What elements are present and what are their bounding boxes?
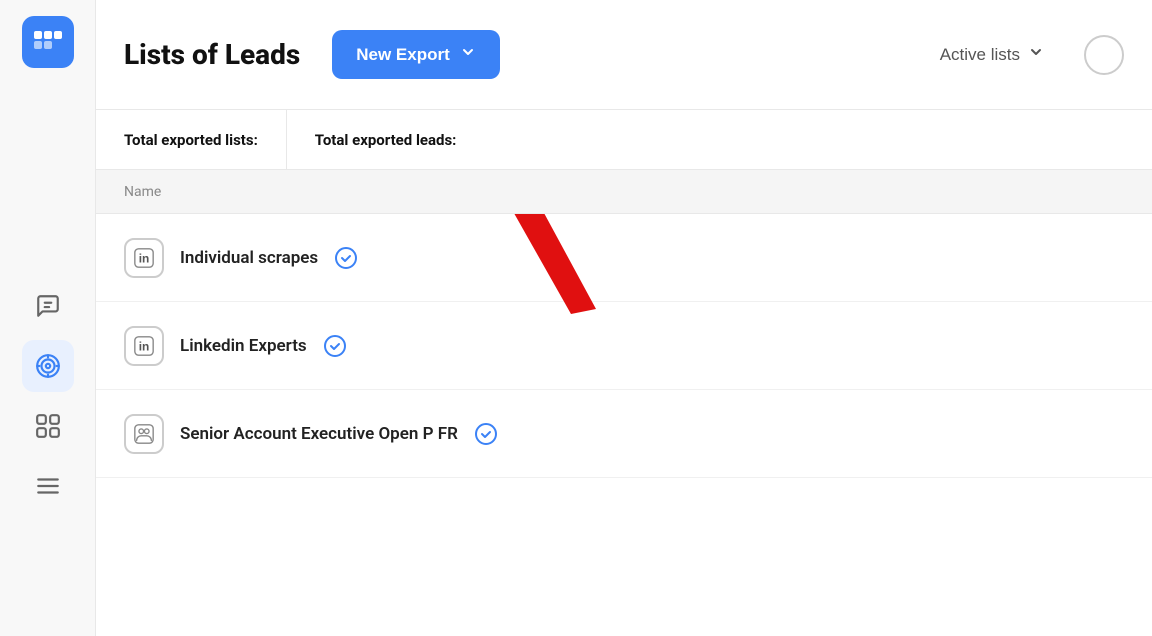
svg-text:in: in xyxy=(139,339,150,353)
sidebar xyxy=(0,0,96,636)
active-lists-chevron-icon xyxy=(1028,44,1044,65)
list-item[interactable]: in Linkedin Experts xyxy=(96,302,1152,390)
people-icon-wrapper xyxy=(124,414,164,454)
item-name: Linkedin Experts xyxy=(180,336,307,356)
sidebar-item-targeting[interactable] xyxy=(22,340,74,392)
sidebar-item-messages[interactable] xyxy=(22,280,74,332)
item-name: Senior Account Executive Open P FR xyxy=(180,424,458,444)
main-content: Lists of Leads New Export Active lists T… xyxy=(96,0,1152,636)
page-title: Lists of Leads xyxy=(124,38,300,71)
new-export-label: New Export xyxy=(356,45,450,65)
total-exported-lists-label: Total exported lists: xyxy=(124,131,258,149)
sidebar-item-list[interactable] xyxy=(22,460,74,512)
app-logo[interactable] xyxy=(22,16,74,68)
name-column-header: Name xyxy=(124,184,161,200)
page-header: Lists of Leads New Export Active lists xyxy=(96,0,1152,110)
check-circle-icon xyxy=(474,422,498,446)
check-circle-icon xyxy=(323,334,347,358)
linkedin-icon: in xyxy=(133,247,155,269)
sidebar-navigation xyxy=(0,280,95,512)
people-icon xyxy=(133,423,155,445)
active-lists-button[interactable]: Active lists xyxy=(940,44,1044,65)
active-lists-label: Active lists xyxy=(940,45,1020,65)
chevron-down-icon xyxy=(460,44,476,65)
check-circle-icon xyxy=(334,246,358,270)
new-export-button[interactable]: New Export xyxy=(332,30,500,79)
item-name: Individual scrapes xyxy=(180,248,318,268)
list-item[interactable]: Senior Account Executive Open P FR xyxy=(96,390,1152,478)
list-container: in Individual scrapes in xyxy=(96,214,1152,636)
svg-text:in: in xyxy=(139,251,150,265)
linkedin-icon: in xyxy=(133,335,155,357)
list-item[interactable]: in Individual scrapes xyxy=(96,214,1152,302)
stats-row: Total exported lists: Total exported lea… xyxy=(96,110,1152,170)
sidebar-item-sequences[interactable] xyxy=(22,400,74,452)
total-exported-lists-stat: Total exported lists: xyxy=(96,110,287,169)
total-exported-leads-label: Total exported leads: xyxy=(315,131,457,149)
linkedin-icon-wrapper: in xyxy=(124,326,164,366)
user-avatar[interactable] xyxy=(1084,35,1124,75)
table-header: Name xyxy=(96,170,1152,214)
linkedin-icon-wrapper: in xyxy=(124,238,164,278)
total-exported-leads-stat: Total exported leads: xyxy=(287,110,485,169)
